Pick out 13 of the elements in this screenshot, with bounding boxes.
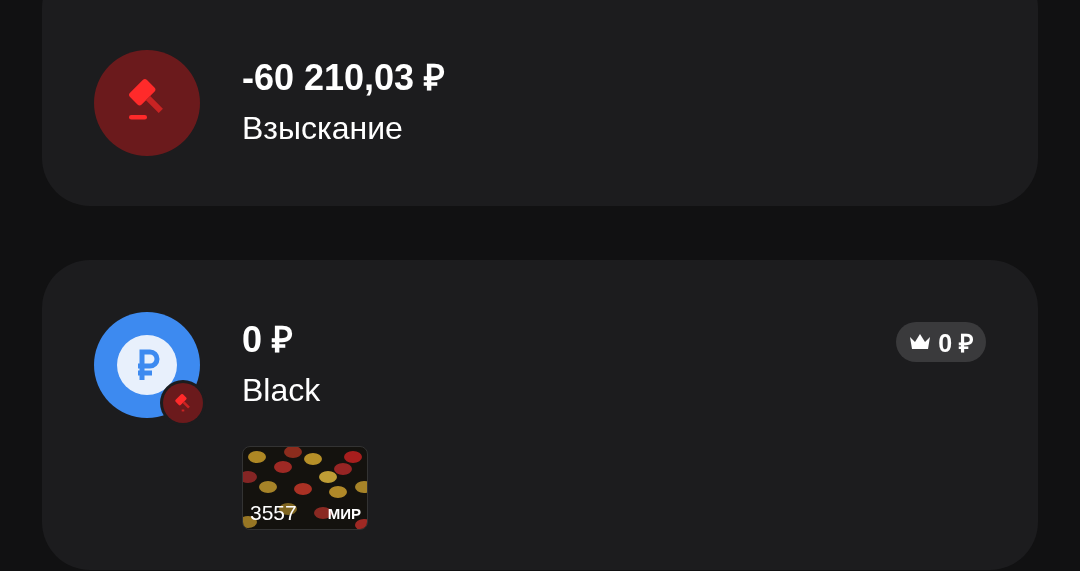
bank-card[interactable]: 3557 МИР [242,446,368,530]
crown-icon [908,333,933,351]
account-balance: -60 210,03 ₽ [242,56,446,100]
payment-system-logo: МИР [327,505,361,522]
account-card[interactable]: 0 ₽ 0 ₽ Black 3557 МИР [42,260,1038,570]
account-name: Взыскание [242,109,404,148]
gavel-icon [94,50,200,156]
card-number: 3557 [250,501,297,525]
account-card[interactable]: -60 210,03 ₽ Взыскание [42,0,1038,206]
cashback-badge[interactable]: 0 ₽ [896,322,986,362]
account-balance: 0 ₽ [242,318,294,362]
gavel-badge-icon [160,380,206,426]
account-name: Black [242,371,322,410]
